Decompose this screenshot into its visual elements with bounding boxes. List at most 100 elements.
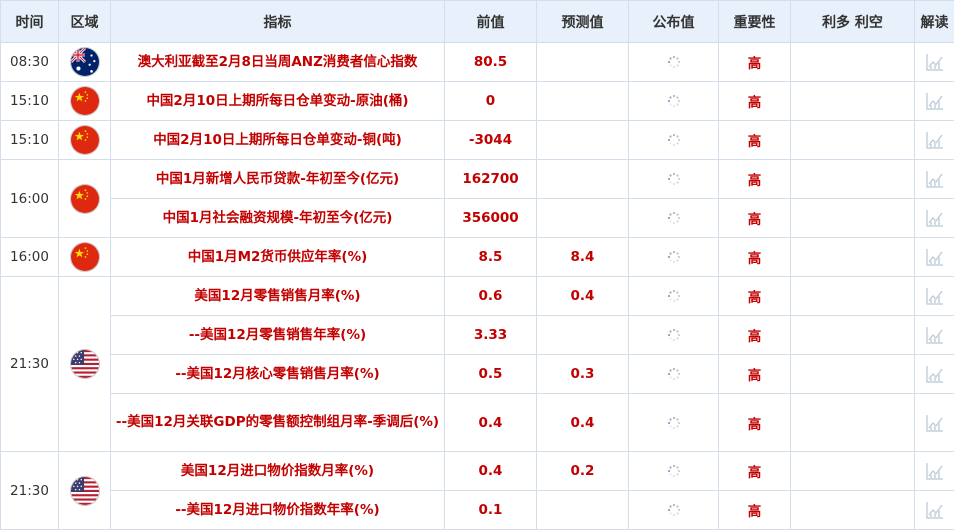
importance-cell: 高 (719, 199, 791, 238)
china-flag (70, 86, 100, 116)
importance-cell: 高 (719, 160, 791, 199)
usa-flag (70, 476, 100, 506)
table-row: 15:10中国2月10日上期所每日仓单变动-铜(吨)-3044高 (1, 121, 954, 160)
impact-cell (791, 238, 915, 277)
loading-spinner-icon (667, 133, 681, 147)
table-row: 21:30美国12月进口物价指数月率(%)0.40.2高 (1, 452, 954, 491)
analysis-cell[interactable] (915, 491, 954, 530)
analysis-cell[interactable] (915, 121, 954, 160)
analysis-cell[interactable] (915, 316, 954, 355)
loading-spinner-icon (667, 464, 681, 478)
analysis-cell[interactable] (915, 277, 954, 316)
chart-icon[interactable] (925, 325, 945, 345)
time-cell: 15:10 (1, 82, 59, 121)
analysis-cell[interactable] (915, 452, 954, 491)
loading-spinner-icon (667, 94, 681, 108)
importance-cell: 高 (719, 316, 791, 355)
time-cell: 08:30 (1, 43, 59, 82)
previous-value: 0.4 (445, 452, 537, 491)
loading-spinner-icon (667, 289, 681, 303)
previous-value: 356000 (445, 199, 537, 238)
impact-cell (791, 394, 915, 452)
forecast-value (537, 82, 629, 121)
chart-icon[interactable] (925, 52, 945, 72)
table-row: 21:30美国12月零售销售月率(%)0.60.4高 (1, 277, 954, 316)
importance-cell: 高 (719, 121, 791, 160)
analysis-cell[interactable] (915, 82, 954, 121)
chart-icon[interactable] (925, 364, 945, 384)
indicator-cell[interactable]: 中国1月新增人民币贷款-年初至今(亿元) (111, 160, 445, 199)
region-cell (59, 238, 111, 277)
actual-cell (629, 491, 719, 530)
importance-cell: 高 (719, 82, 791, 121)
chart-icon[interactable] (925, 413, 945, 433)
header-row: 时间 区域 指标 前值 预测值 公布值 重要性 利多 利空 解读 (1, 1, 954, 43)
forecast-value: 0.4 (537, 394, 629, 452)
analysis-cell[interactable] (915, 43, 954, 82)
analysis-cell[interactable] (915, 394, 954, 452)
australia-flag (70, 47, 100, 77)
previous-value: 0.1 (445, 491, 537, 530)
region-cell (59, 82, 111, 121)
indicator-cell[interactable]: 中国1月社会融资规模-年初至今(亿元) (111, 199, 445, 238)
time-cell: 16:00 (1, 160, 59, 238)
chart-icon[interactable] (925, 169, 945, 189)
forecast-value: 0.4 (537, 277, 629, 316)
loading-spinner-icon (667, 416, 681, 430)
table-row: 中国1月社会融资规模-年初至今(亿元)356000 高 (1, 199, 954, 238)
chart-icon[interactable] (925, 500, 945, 520)
chart-icon[interactable] (925, 286, 945, 306)
indicator-cell[interactable]: --美国12月零售销售年率(%) (111, 316, 445, 355)
analysis-cell[interactable] (915, 199, 954, 238)
region-cell (59, 452, 111, 530)
table-row: --美国12月零售销售年率(%)3.33 高 (1, 316, 954, 355)
actual-cell (629, 199, 719, 238)
previous-value: 8.5 (445, 238, 537, 277)
forecast-value (537, 160, 629, 199)
indicator-cell[interactable]: --美国12月核心零售销售月率(%) (111, 355, 445, 394)
chart-icon[interactable] (925, 208, 945, 228)
indicator-cell[interactable]: 中国1月M2货币供应年率(%) (111, 238, 445, 277)
table-row: --美国12月进口物价指数年率(%)0.1 高 (1, 491, 954, 530)
forecast-value: 0.2 (537, 452, 629, 491)
region-cell (59, 121, 111, 160)
indicator-cell[interactable]: 中国2月10日上期所每日仓单变动-原油(桶) (111, 82, 445, 121)
previous-value: 3.33 (445, 316, 537, 355)
importance-cell: 高 (719, 394, 791, 452)
previous-value: 162700 (445, 160, 537, 199)
previous-value: 0 (445, 82, 537, 121)
indicator-cell[interactable]: --美国12月进口物价指数年率(%) (111, 491, 445, 530)
indicator-cell[interactable]: 中国2月10日上期所每日仓单变动-铜(吨) (111, 121, 445, 160)
forecast-value (537, 43, 629, 82)
chart-icon[interactable] (925, 461, 945, 481)
actual-cell (629, 121, 719, 160)
impact-cell (791, 277, 915, 316)
region-cell (59, 160, 111, 238)
indicator-cell[interactable]: --美国12月关联GDP的零售额控制组月率-季调后(%) (111, 394, 445, 452)
importance-cell: 高 (719, 491, 791, 530)
analysis-cell[interactable] (915, 355, 954, 394)
previous-value: 80.5 (445, 43, 537, 82)
actual-cell (629, 355, 719, 394)
china-flag (70, 184, 100, 214)
forecast-value (537, 199, 629, 238)
header-indicator: 指标 (111, 1, 445, 43)
actual-cell (629, 43, 719, 82)
chart-icon[interactable] (925, 91, 945, 111)
importance-cell: 高 (719, 277, 791, 316)
actual-cell (629, 82, 719, 121)
indicator-cell[interactable]: 美国12月进口物价指数月率(%) (111, 452, 445, 491)
chart-icon[interactable] (925, 130, 945, 150)
impact-cell (791, 199, 915, 238)
indicator-cell[interactable]: 美国12月零售销售月率(%) (111, 277, 445, 316)
indicator-cell[interactable]: 澳大利亚截至2月8日当周ANZ消费者信心指数 (111, 43, 445, 82)
chart-icon[interactable] (925, 247, 945, 267)
header-analysis: 解读 (915, 1, 954, 43)
impact-cell (791, 355, 915, 394)
actual-cell (629, 316, 719, 355)
analysis-cell[interactable] (915, 238, 954, 277)
analysis-cell[interactable] (915, 160, 954, 199)
actual-cell (629, 160, 719, 199)
forecast-value: 8.4 (537, 238, 629, 277)
actual-cell (629, 277, 719, 316)
